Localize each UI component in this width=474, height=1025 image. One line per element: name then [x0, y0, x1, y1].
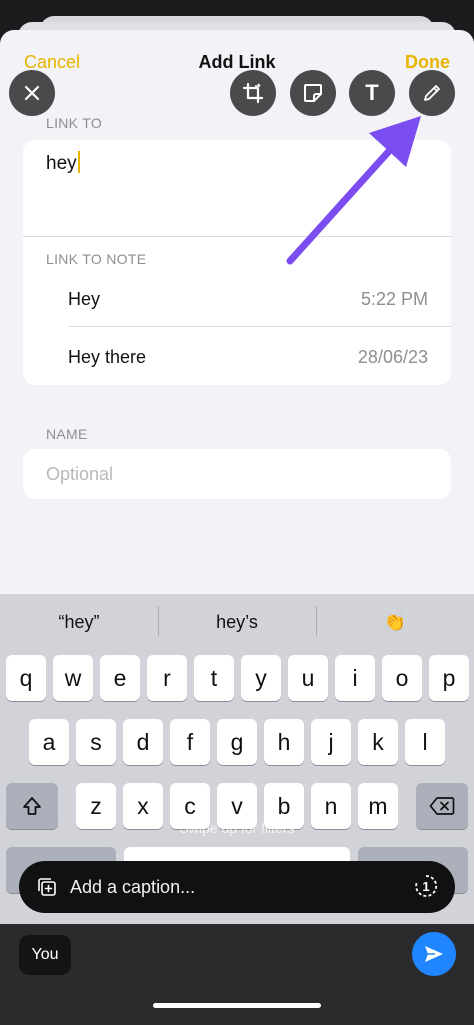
view-once-icon[interactable]: 1 — [414, 874, 438, 898]
home-indicator — [153, 1003, 321, 1008]
note-title: Hey — [68, 289, 101, 309]
key-t[interactable]: t — [194, 655, 234, 701]
sticker-button[interactable] — [290, 70, 336, 116]
text-icon: T — [365, 80, 379, 105]
text-button[interactable]: T — [349, 70, 395, 116]
note-title: Hey there — [68, 347, 147, 367]
crop-icon — [242, 82, 264, 104]
key-e[interactable]: e — [100, 655, 140, 701]
send-icon — [425, 946, 443, 962]
caption-input[interactable]: Add a caption... — [70, 877, 195, 898]
key-i[interactable]: i — [335, 655, 375, 701]
sticker-icon — [304, 84, 322, 102]
close-icon — [24, 85, 40, 101]
key-q[interactable]: q — [6, 655, 46, 701]
backspace-icon — [429, 797, 455, 815]
view-once-badge: 1 — [422, 879, 429, 894]
note-time: 5:22 PM — [360, 289, 428, 309]
page-title: Add Link — [198, 52, 276, 72]
key-r[interactable]: r — [147, 655, 187, 701]
add-media-icon[interactable] — [36, 876, 58, 898]
key-s[interactable]: s — [76, 719, 116, 765]
draw-button[interactable] — [409, 70, 455, 116]
crop-button[interactable] — [230, 70, 276, 116]
bottom-bar — [0, 924, 474, 1025]
key-p[interactable]: p — [429, 655, 469, 701]
key-f[interactable]: f — [170, 719, 210, 765]
key-h[interactable]: h — [264, 719, 304, 765]
link-to-label: LINK TO — [46, 115, 103, 131]
send-button[interactable] — [412, 932, 456, 976]
link-to-note-label: LINK TO NOTE — [46, 251, 147, 267]
card-divider — [23, 236, 451, 237]
key-w[interactable]: w — [53, 655, 93, 701]
key-l[interactable]: l — [405, 719, 445, 765]
note-divider — [68, 326, 451, 327]
suggestion-emoji[interactable]: 👏 — [316, 612, 474, 633]
pencil-icon — [424, 85, 440, 101]
key-d[interactable]: d — [123, 719, 163, 765]
close-button[interactable] — [9, 70, 55, 116]
text-caret — [77, 151, 80, 173]
suggestion-1[interactable]: “hey” — [0, 612, 158, 633]
recipient-chip[interactable]: You — [19, 935, 71, 975]
key-y[interactable]: y — [241, 655, 281, 701]
key-k[interactable]: k — [358, 719, 398, 765]
name-placeholder: Optional — [46, 464, 114, 484]
suggestion-2[interactable]: hey’s — [158, 612, 316, 633]
shift-icon — [23, 797, 41, 815]
key-g[interactable]: g — [217, 719, 257, 765]
swipe-hint: Swipe up for filters — [179, 820, 295, 836]
note-date: 28/06/23 — [357, 347, 428, 367]
link-input[interactable]: hey — [46, 151, 80, 175]
key-j[interactable]: j — [311, 719, 351, 765]
link-input-value: hey — [46, 153, 77, 174]
key-u[interactable]: u — [288, 655, 328, 701]
name-label: NAME — [46, 426, 88, 442]
key-o[interactable]: o — [382, 655, 422, 701]
key-a[interactable]: a — [29, 719, 69, 765]
